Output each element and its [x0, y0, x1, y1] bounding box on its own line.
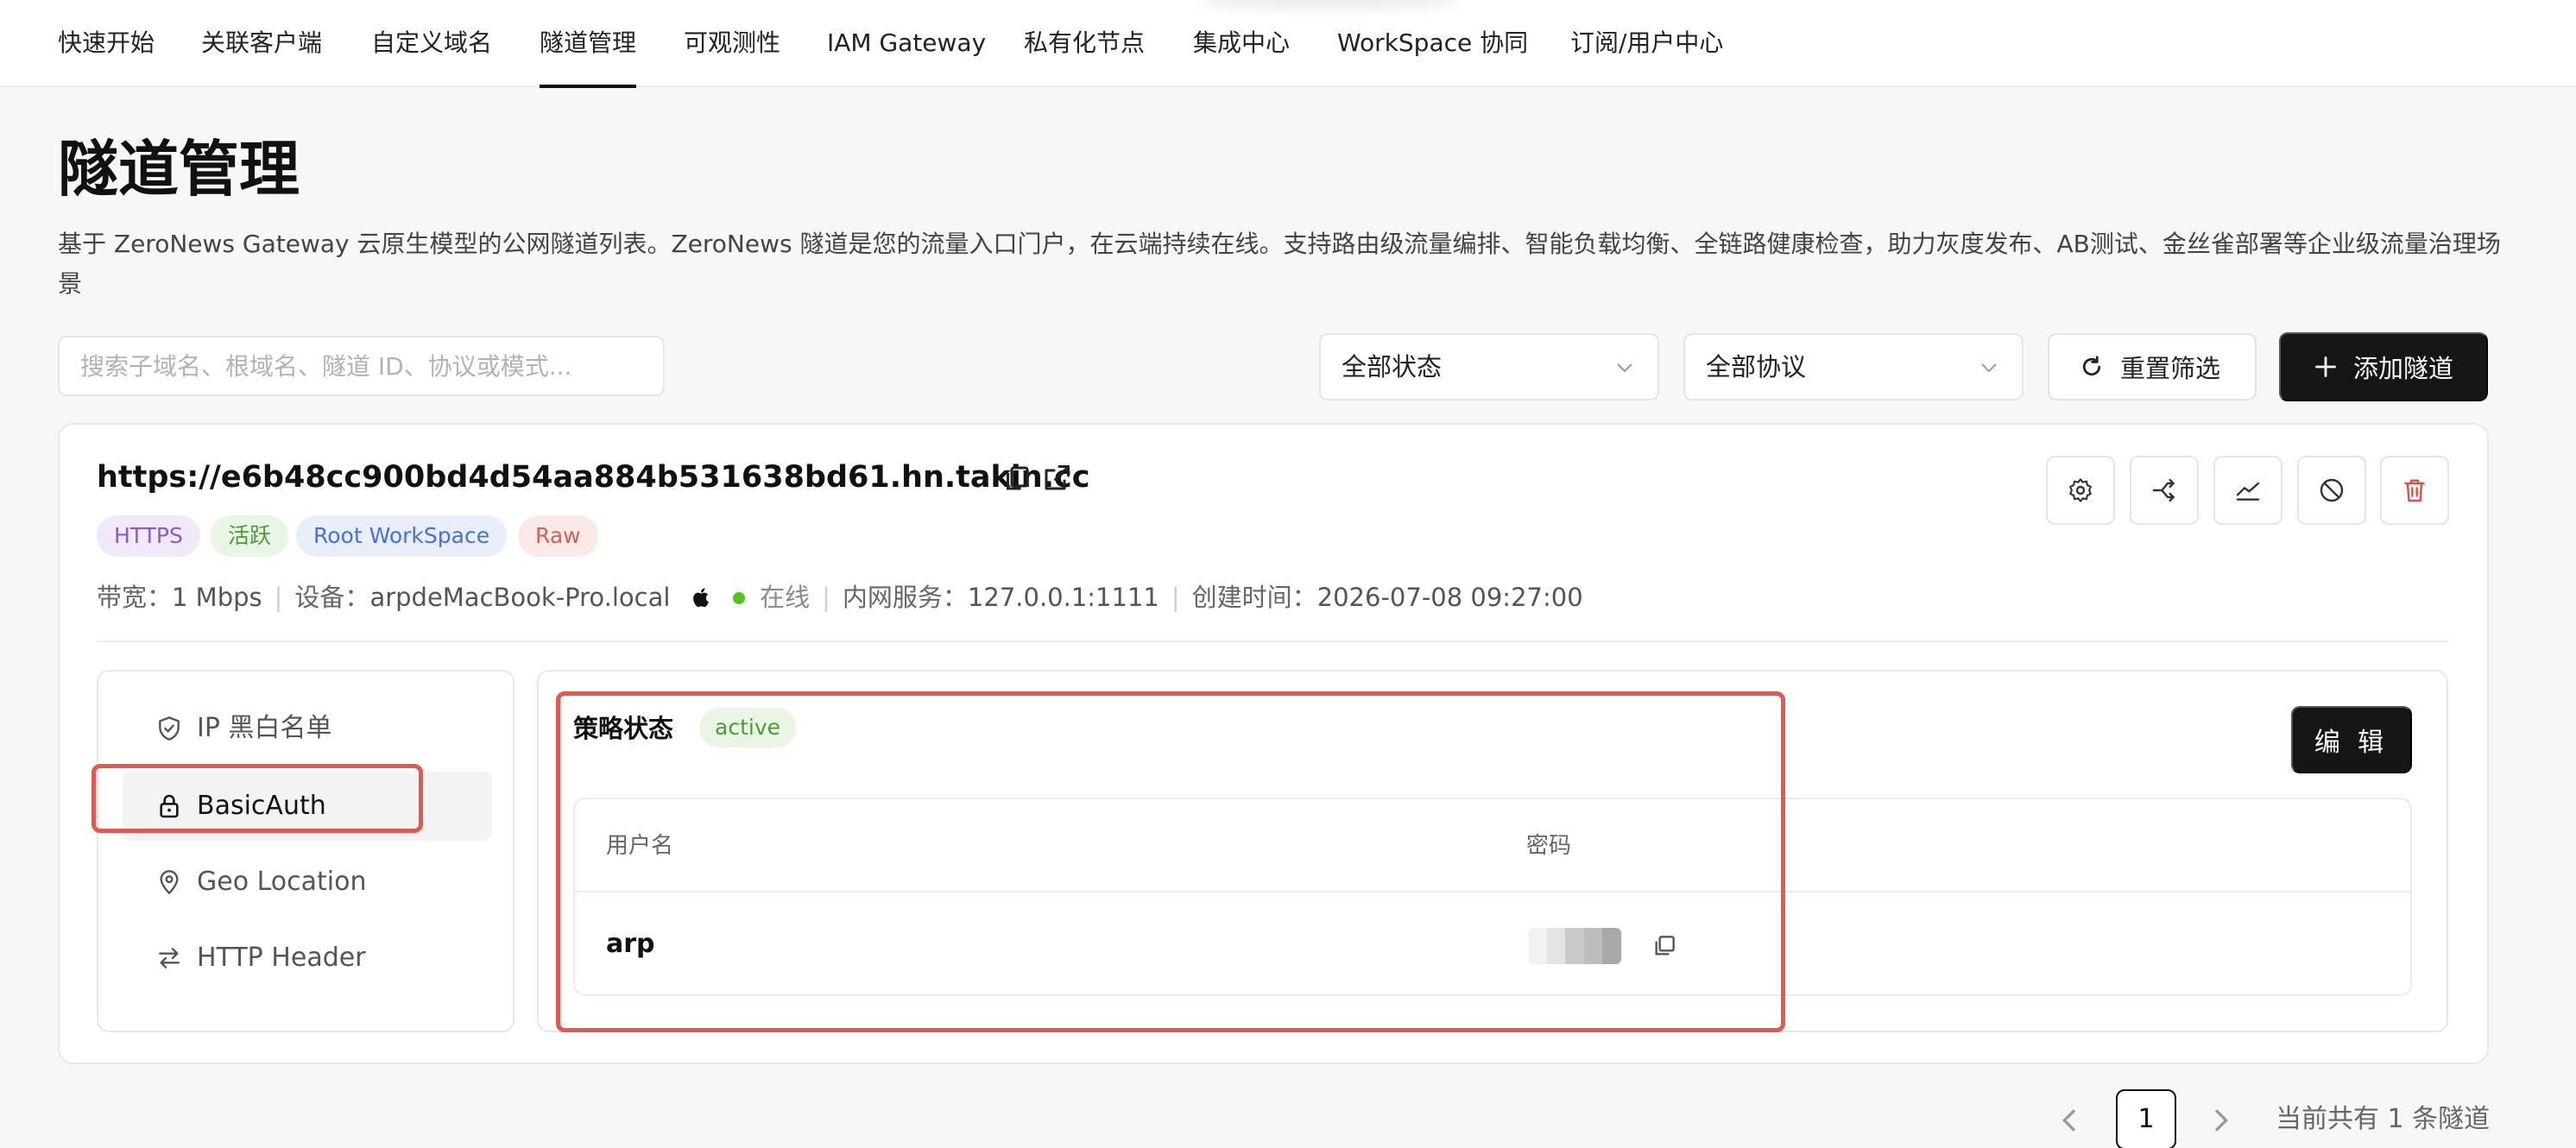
policy-item-label: BasicAuth — [197, 791, 326, 821]
bandwidth-value: 1 Mbps — [172, 583, 262, 612]
refresh-icon — [2082, 356, 2101, 376]
swap-arrows-icon — [159, 948, 180, 968]
table-header: 用户名 密码 — [575, 799, 2410, 893]
device-value: arpdeMacBook-Pro.local — [369, 583, 671, 612]
online-status: 在线 — [760, 583, 811, 612]
policy-status-title: 策略状态 — [573, 714, 674, 743]
location-pin-icon — [160, 870, 179, 894]
username-cell: arp — [606, 929, 655, 959]
device-label: 设备： — [294, 583, 370, 612]
shield-icon — [159, 716, 180, 741]
policy-item-http-header[interactable]: HTTP Header — [123, 924, 492, 993]
top-nav: 快速开始 关联客户端 自定义域名 隧道管理 可观测性 IAM Gateway 私… — [0, 0, 2576, 88]
created-label: 创建时间： — [1191, 583, 1317, 612]
nav-item-clients[interactable]: 关联客户端 — [201, 24, 322, 62]
page-description: 基于 ZeroNews Gateway 云原生模型的公网隧道列表。ZeroNew… — [58, 230, 2501, 298]
gear-icon — [2069, 478, 2092, 502]
ban-icon — [2320, 478, 2344, 502]
bandwidth-label: 带宽： — [97, 583, 173, 612]
reset-filters-label: 重置筛选 — [2120, 356, 2221, 383]
chevron-left-icon[interactable] — [2053, 1103, 2087, 1138]
add-tunnel-button[interactable]: 添加隧道 — [2279, 332, 2488, 401]
nav-item-integrations[interactable]: 集成中心 — [1193, 24, 1290, 62]
route-button[interactable] — [2130, 456, 2199, 525]
add-tunnel-label: 添加隧道 — [2353, 356, 2454, 383]
tag-mode: Raw — [518, 515, 598, 557]
policy-item-label: IP 黑白名单 — [197, 713, 332, 743]
policy-item-label: HTTP Header — [197, 943, 366, 973]
settings-button[interactable] — [2046, 456, 2115, 525]
nav-glow — [1200, 0, 1459, 10]
tunnel-meta: 带宽：1 Mbps | 设备：arpdeMacBook-Pro.local 在线 | 内… — [97, 583, 1583, 612]
search-input[interactable] — [58, 336, 665, 396]
service-value: 127.0.0.1:1111 — [967, 583, 1159, 612]
online-dot-icon — [732, 592, 745, 604]
status-select[interactable]: 全部状态 — [1319, 333, 1659, 401]
chart-icon — [2236, 482, 2260, 501]
policy-item-geo-location[interactable]: Geo Location — [123, 848, 492, 917]
tag-status: 活跃 — [211, 515, 289, 557]
total-count: 当前共有 1 条隧道 — [2276, 1104, 2491, 1134]
nav-item-subscription[interactable]: 订阅/用户中心 — [1570, 24, 1723, 62]
masked-password — [1528, 928, 1621, 964]
edit-button[interactable]: 编 辑 — [2291, 706, 2412, 773]
nav-item-custom-domain[interactable]: 自定义域名 — [371, 24, 492, 62]
credentials-table: 用户名 密码 arp — [573, 798, 2412, 996]
tunnel-url[interactable]: https://e6b48cc900bd4d54aa884b531638bd61… — [97, 460, 1090, 495]
external-link-icon[interactable] — [1041, 463, 1072, 494]
share-icon — [2152, 478, 2175, 502]
service-label: 内网服务： — [842, 583, 968, 612]
reset-filters-button[interactable]: 重置筛选 — [2048, 333, 2257, 401]
created-value: 2026-07-08 09:27:00 — [1316, 583, 1583, 612]
policy-status-badge: active — [699, 708, 796, 747]
protocol-select[interactable]: 全部协议 — [1683, 333, 2024, 401]
delete-button[interactable] — [2380, 456, 2449, 525]
nav-item-private-nodes[interactable]: 私有化节点 — [1024, 24, 1145, 62]
lock-icon — [160, 794, 179, 818]
nav-item-observability[interactable]: 可观测性 — [684, 24, 780, 62]
apple-icon — [692, 588, 709, 608]
disable-button[interactable] — [2297, 456, 2366, 525]
chevron-down-icon — [1981, 363, 1997, 373]
page-title: 隧道管理 — [58, 134, 300, 205]
policy-sidebar: IP 黑白名单 BasicAuth Geo Location HTTP Head… — [97, 670, 515, 1032]
policy-item-ip-list[interactable]: IP 黑白名单 — [123, 694, 492, 763]
nav-item-tunnels[interactable]: 隧道管理 — [540, 24, 637, 88]
page-number-current[interactable]: 1 — [2116, 1089, 2176, 1148]
chevron-down-icon — [1617, 363, 1632, 373]
policy-item-basicauth[interactable]: BasicAuth — [123, 772, 492, 841]
nav-item-iam-gateway[interactable]: IAM Gateway — [827, 24, 986, 62]
copy-icon[interactable] — [1001, 463, 1032, 494]
chevron-right-icon[interactable] — [2203, 1103, 2238, 1138]
column-password: 密码 — [1526, 833, 1572, 859]
plus-icon — [2315, 356, 2336, 377]
protocol-select-value: 全部协议 — [1706, 352, 1807, 382]
trash-icon — [2404, 479, 2425, 502]
nav-item-workspace[interactable]: WorkSpace 协同 — [1337, 24, 1528, 62]
card-divider — [97, 640, 2448, 642]
status-select-value: 全部状态 — [1342, 352, 1443, 382]
tag-workspace: Root WorkSpace — [296, 515, 508, 557]
metrics-button[interactable] — [2213, 456, 2282, 525]
nav-item-quick-start[interactable]: 快速开始 — [58, 24, 155, 62]
policy-item-label: Geo Location — [197, 867, 367, 897]
tag-protocol: HTTPS — [97, 515, 200, 557]
column-username: 用户名 — [606, 833, 674, 859]
copy-icon[interactable] — [1651, 932, 1678, 960]
